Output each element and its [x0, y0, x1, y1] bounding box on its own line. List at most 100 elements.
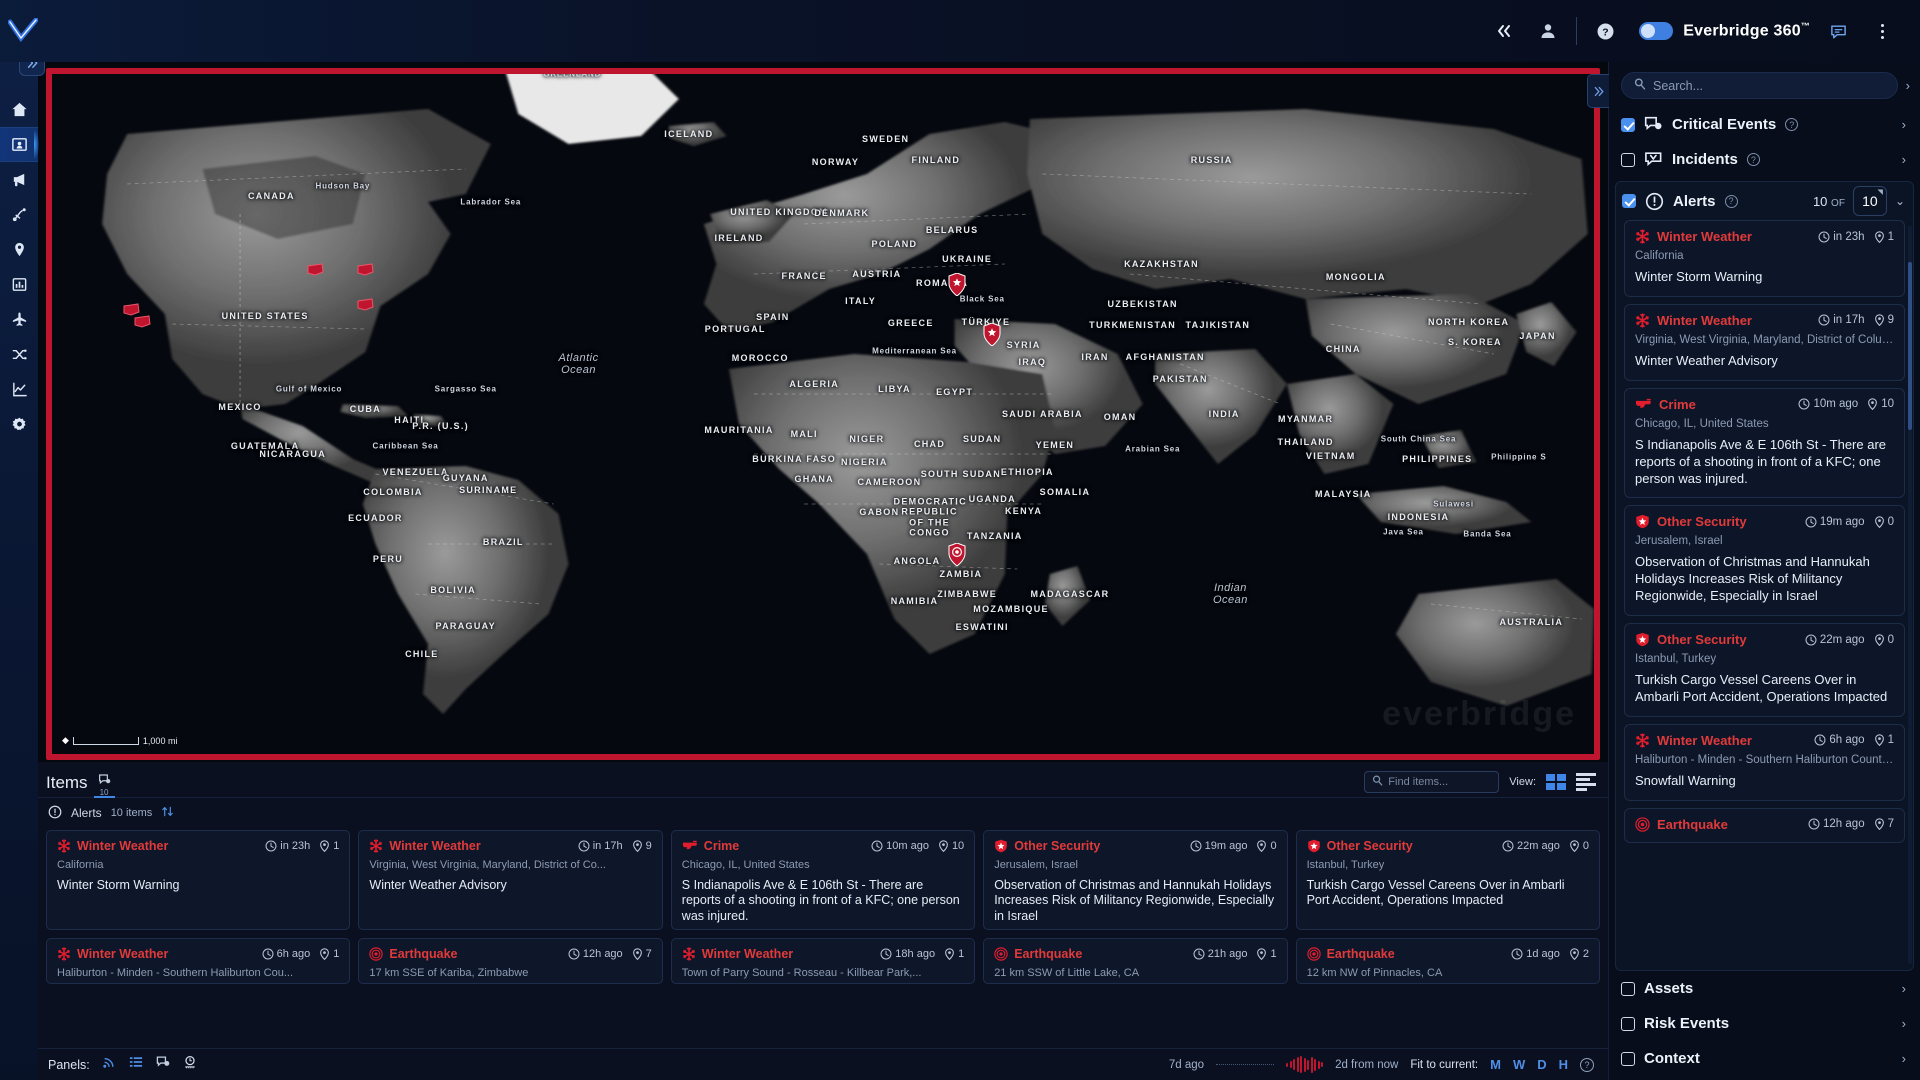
timeline-track[interactable]	[1216, 1064, 1275, 1065]
alert-card[interactable]: Winter Weather in 23h 1 California Winter…	[1624, 220, 1905, 297]
sidebar-item-analytics[interactable]	[0, 372, 38, 407]
help-circle-icon[interactable]: ?	[1580, 1057, 1594, 1072]
item-card-locations: 9	[632, 840, 652, 852]
map-alert-pin[interactable]	[948, 273, 966, 296]
map-alert-pin[interactable]	[948, 543, 966, 566]
fit-option-week[interactable]: W	[1513, 1057, 1525, 1072]
item-card[interactable]: Winter Weather 6h ago 1 Haliburton - Min…	[46, 938, 351, 984]
alert-card[interactable]: Other Security 22m ago 0 Istanbul, Turke…	[1624, 623, 1905, 717]
item-card-header: Earthquake 12h ago 7	[369, 947, 652, 961]
alert-card[interactable]: Earthquake 12h ago 7	[1624, 807, 1905, 843]
sidebar-item-home[interactable]	[0, 92, 38, 127]
alert-card[interactable]: Winter Weather 6h ago 1 Haliburton - Min…	[1624, 723, 1905, 801]
sidebar-item-notifications[interactable]	[0, 162, 38, 197]
item-card-type: Earthquake	[389, 947, 458, 961]
critical-events-checkbox[interactable]	[1621, 117, 1635, 132]
snowflake-icon	[58, 839, 70, 853]
item-card[interactable]: Winter Weather in 17h 9 Virginia, West V…	[358, 830, 663, 930]
assets-checkbox[interactable]	[1621, 981, 1635, 996]
find-items-search[interactable]	[1364, 771, 1500, 793]
incidents-checkbox[interactable]	[1621, 152, 1635, 167]
map-alert-pin[interactable]	[356, 296, 374, 319]
item-card[interactable]: Earthquake 12h ago 7 17 km SSE of Kariba…	[358, 938, 663, 984]
fit-option-month[interactable]: M	[1490, 1057, 1501, 1072]
risk-events-checkbox[interactable]	[1621, 1016, 1635, 1031]
collapse-sidebar-button[interactable]	[1587, 74, 1609, 108]
feedback-button[interactable]	[1816, 9, 1860, 53]
item-card[interactable]: Crime 10m ago 10 Chicago, IL, United Sta…	[670, 830, 976, 930]
alert-card[interactable]: Other Security 19m ago 0 Jerusalem, Isra…	[1624, 505, 1905, 617]
sidebar-item-routes[interactable]	[0, 197, 38, 232]
everbridge-360-toggle[interactable]	[1639, 21, 1674, 40]
tab-critical-events[interactable]: 10	[93, 773, 115, 798]
list-icon[interactable]	[129, 1055, 143, 1074]
item-card[interactable]: Other Security 19m ago 0 Jerusalem, Isra…	[983, 830, 1288, 930]
sidebar-item-critical-events[interactable]: Critical Events ? ›	[1609, 107, 1920, 142]
fit-option-hour[interactable]: H	[1559, 1057, 1568, 1072]
map-canvas[interactable]: CANADA UNITED STATES MEXICO GUATEMALA NICARA…	[52, 74, 1594, 754]
info-icon[interactable]: ?	[1724, 194, 1738, 208]
sidebar-item-settings[interactable]	[0, 407, 38, 442]
map-alert-pin[interactable]	[306, 261, 324, 284]
item-card[interactable]: Other Security 22m ago 0 Istanbul, Turke…	[1295, 830, 1600, 930]
context-expand[interactable]: ›	[1898, 1051, 1910, 1066]
alert-card-type: Earthquake	[1657, 816, 1728, 832]
item-card[interactable]: Winter Weather in 23h 1 California Winter…	[46, 830, 351, 930]
timeline-now-marker[interactable]	[1286, 1056, 1324, 1073]
timeline-icon[interactable]	[183, 1055, 197, 1074]
context-checkbox[interactable]	[1621, 1051, 1635, 1066]
critical-events-expand[interactable]: ›	[1898, 117, 1910, 132]
app-logo[interactable]	[0, 18, 46, 44]
sidebar-search-input[interactable]	[1653, 78, 1885, 93]
item-card[interactable]: Winter Weather 18h ago 1 Town of Parry S…	[670, 938, 976, 984]
collapse-panel-button[interactable]	[1482, 9, 1526, 53]
alerts-scrollbar-thumb[interactable]	[1908, 262, 1912, 430]
location-pin-icon	[320, 948, 330, 960]
gear-icon	[12, 417, 26, 431]
map-alert-pin[interactable]	[356, 261, 374, 284]
sidebar-search-box[interactable]	[1621, 72, 1898, 99]
critical-events-icon[interactable]	[156, 1055, 170, 1074]
sidebar-item-context[interactable]: Context ›	[1609, 1041, 1920, 1076]
sidebar-item-risk-events[interactable]: Risk Events ›	[1609, 1006, 1920, 1041]
alerts-checkbox[interactable]	[1622, 194, 1636, 208]
map-alert-pin[interactable]	[133, 313, 151, 336]
sort-button[interactable]	[161, 805, 174, 821]
alerts-layer-header[interactable]: Alerts ? 10 of 10 ◥ ⌄	[1616, 182, 1913, 220]
alerts-total-input[interactable]: 10 ◥	[1852, 186, 1887, 216]
alert-card[interactable]: Winter Weather in 17h 9 Virginia, West V…	[1624, 303, 1905, 381]
view-grid-button[interactable]	[1546, 774, 1566, 790]
sidebar-item-locations[interactable]	[0, 232, 38, 267]
assets-expand[interactable]: ›	[1898, 981, 1910, 996]
find-items-input[interactable]	[1388, 776, 1492, 788]
alert-card-description: Snowfall Warning	[1635, 772, 1736, 788]
item-card-place: Town of Parry Sound - Rosseau - Killbear…	[681, 967, 922, 979]
sidebar-item-assets[interactable]: Assets ›	[1609, 971, 1920, 1006]
sidebar-item-incidents[interactable]: Incidents ? ›	[1609, 142, 1920, 177]
more-options-button[interactable]	[1860, 9, 1904, 53]
help-button[interactable]: ?	[1583, 9, 1627, 53]
item-card[interactable]: Earthquake 21h ago 1 21 km SSW of Little…	[983, 938, 1288, 984]
incidents-expand[interactable]: ›	[1898, 152, 1910, 167]
sidebar-item-map[interactable]	[0, 127, 39, 162]
sidebar-item-reports[interactable]	[0, 267, 38, 302]
location-pin-icon	[1569, 840, 1579, 852]
risk-events-expand[interactable]: ›	[1898, 1016, 1910, 1031]
alerts-collapse-chevron[interactable]: ⌄	[1895, 194, 1905, 208]
alert-card[interactable]: Crime 10m ago 10 Chicago, IL, United Sta…	[1624, 387, 1905, 499]
user-account-button[interactable]	[1526, 9, 1570, 53]
feed-icon[interactable]	[102, 1055, 116, 1074]
snowflake-icon	[682, 947, 695, 961]
map-and-items-column: CANADA UNITED STATES MEXICO GUATEMALA NICARA…	[38, 62, 1608, 1080]
info-icon[interactable]: ?	[1746, 153, 1760, 166]
item-card-header: Winter Weather 18h ago 1	[682, 947, 964, 961]
item-card[interactable]: Earthquake 1d ago 2 12 km NW of Pinnacle…	[1295, 938, 1600, 984]
sidebar-item-travel[interactable]	[0, 302, 38, 337]
info-icon[interactable]: ?	[1785, 118, 1799, 131]
fit-option-day[interactable]: D	[1537, 1057, 1546, 1072]
map-alert-pin[interactable]	[983, 323, 1001, 346]
view-list-button[interactable]	[1576, 773, 1596, 791]
sidebar-item-itinerary[interactable]	[0, 337, 38, 372]
sidebar-search-expand-chevron[interactable]: ›	[1902, 78, 1914, 93]
alerts-list[interactable]: Winter Weather in 23h 1 California Winter…	[1616, 220, 1913, 970]
